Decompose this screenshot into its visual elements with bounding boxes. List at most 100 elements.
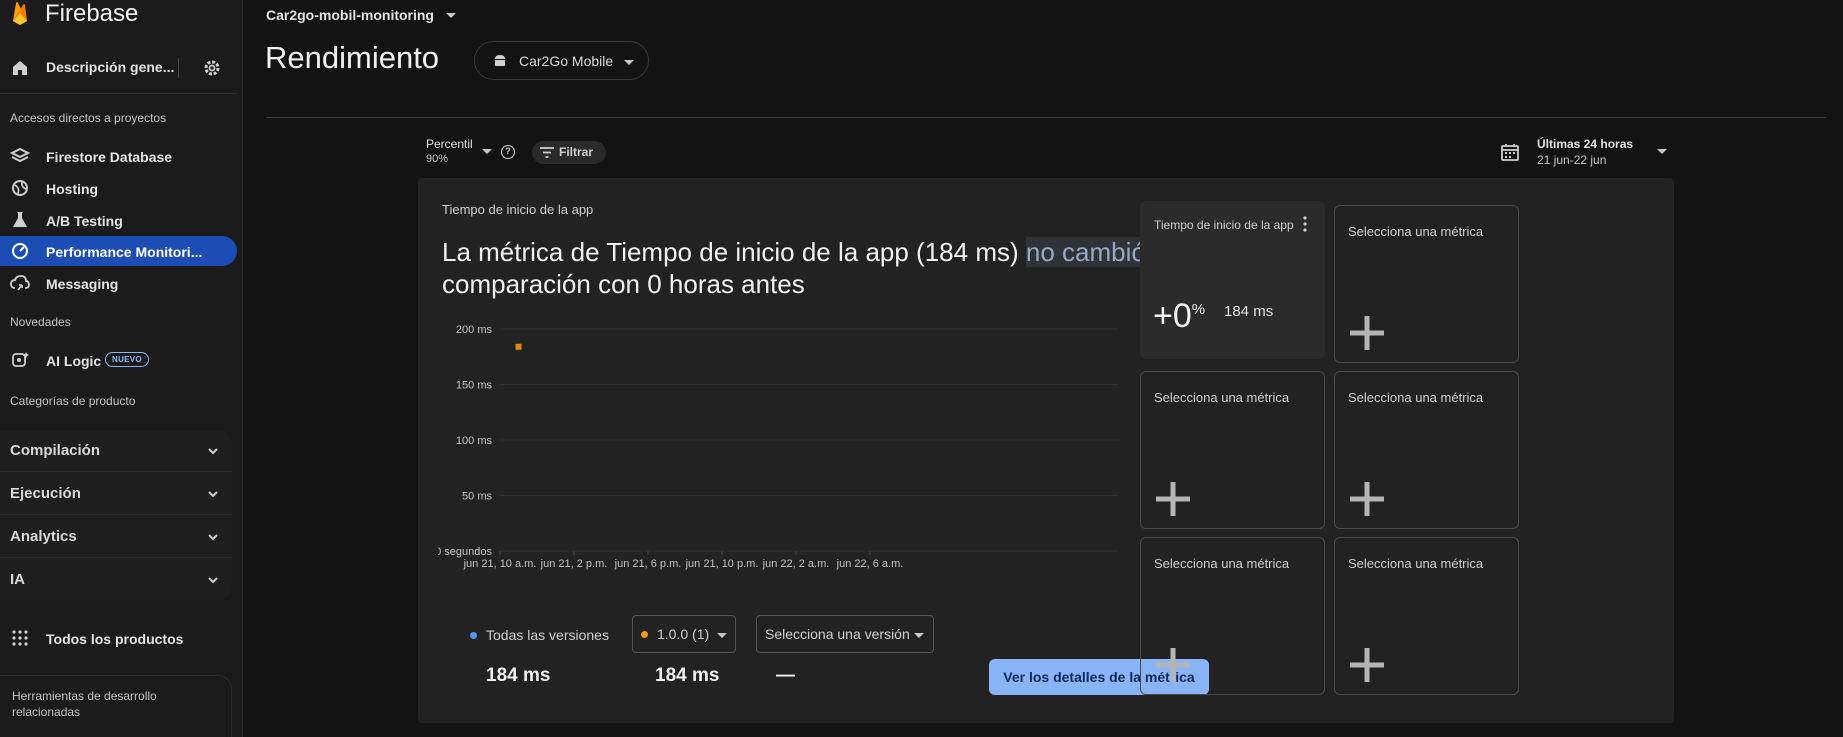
metric-tile-empty[interactable]: Selecciona una métrica [1140,371,1325,529]
chart-y-tick-label: 50 ms [462,491,492,503]
version-select-2[interactable]: Selecciona una versión [756,615,934,653]
caret-down-icon [482,149,492,154]
category-label: Ejecución [10,485,81,502]
android-icon [495,55,505,66]
add-icon [1350,648,1384,682]
metric-tile-empty[interactable]: Selecciona una métrica [1140,537,1325,695]
project-selector[interactable]: Car2go-mobil-monitoring [266,7,456,23]
legend-all-versions[interactable]: Todas las versiones 184 ms [470,618,630,686]
tile-title: Selecciona una métrica [1348,556,1484,571]
calendar-icon [1501,144,1519,161]
new-badge: NUEVO [105,352,149,367]
category-analytics[interactable]: Analytics [0,516,232,558]
metric-tile-empty[interactable]: Selecciona una métrica [1334,205,1519,363]
category-label: IA [10,571,25,588]
section-categories-heading: Categorías de producto [10,394,136,408]
sidebar-item-ab-testing[interactable]: A/B Testing [0,205,237,235]
chart-x-tick-label: jun 21, 10 a.m. [463,558,537,570]
version-value: 184 ms [655,665,720,686]
tile-title: Tiempo de inicio de la app [1154,218,1294,232]
gear-icon[interactable] [202,58,222,78]
all-products-link[interactable]: Todos los productos [0,622,237,654]
sidebar-item-ai-logic[interactable]: AI Logic NUEVO [0,345,237,375]
metric-card: Tiempo de inicio de la app La métrica de… [418,178,1674,723]
chart-x-tick-label: jun 21, 6 p.m. [614,558,682,570]
date-range-selector[interactable]: Últimas 24 horas 21 jun-22 jun [1500,135,1672,171]
cloud-messaging-icon [10,275,30,291]
headline-text: La métrica de Tiempo de inicio de la app… [442,237,1026,267]
sidebar-item-label: AI Logic [46,353,102,369]
tile-title: Selecciona una métrica [1154,556,1290,571]
tile-title: Selecciona una métrica [1348,390,1484,405]
app-selector-label: Car2Go Mobile [519,53,614,69]
category-ai[interactable]: IA [0,559,232,601]
metric-tile-empty[interactable]: Selecciona una métrica [1334,371,1519,529]
metric-tile-app-start[interactable]: Tiempo de inicio de la app +0% 184 ms [1140,201,1325,359]
filter-label: Filtrar [559,145,594,159]
sidebar-item-label: Firestore Database [46,149,173,165]
version-2-value: — [776,665,795,686]
category-build[interactable]: Compilación [0,430,232,472]
performance-icon [12,243,28,259]
chart-x-tick-label: jun 21, 2 p.m. [540,558,608,570]
caret-down-icon [914,633,924,638]
brand[interactable]: Firebase [10,0,138,28]
sidebar-item-firestore[interactable]: Firestore Database [0,141,237,171]
home-icon [13,61,27,75]
tile-value: 184 ms [1224,303,1274,320]
caret-down-icon [624,60,634,65]
tile-change: +0% [1153,297,1205,336]
caret-down-icon [446,12,456,18]
help-icon[interactable]: ? [501,145,515,159]
divider [178,58,179,78]
page-title: Rendimiento [265,40,440,75]
chevron-down-icon [208,448,218,455]
tile-title: Selecciona una métrica [1348,224,1484,239]
chevron-down-icon [208,577,218,584]
filter-icon [540,147,554,158]
category-label: Analytics [10,528,77,545]
date-range-sub: 21 jun-22 jun [1537,153,1607,167]
legend-value: 184 ms [486,665,551,686]
headline-highlight: no cambió [1025,237,1146,267]
chart-y-tick-label: 0 segundos [438,546,492,558]
metric-chart: 0 segundos 50 ms 100 ms 150 ms 200 ms jun 21,… [438,324,1118,570]
ai-logic-icon [12,352,29,367]
add-icon [1350,316,1384,350]
more-vert-icon[interactable] [1303,216,1307,232]
project-overview-row[interactable]: Descripción gene... [0,50,243,86]
category-accordion: Compilación Ejecución Analytics IA [0,430,232,600]
add-icon [1156,648,1190,682]
tile-change-unit: % [1191,301,1206,318]
project-overview-label: Descripción gene... [46,59,175,75]
sidebar-item-label: Messaging [46,276,119,292]
add-icon [1156,482,1190,516]
chevron-down-icon [208,491,218,498]
brand-name: Firebase [45,0,139,27]
sidebar-item-messaging[interactable]: Messaging [0,268,237,298]
app-selector[interactable]: Car2Go Mobile [474,41,649,80]
metric-tile-empty[interactable]: Selecciona una métrica [1334,537,1519,695]
sidebar-item-label: Hosting [46,181,99,197]
percentile-selector[interactable]: Percentil 90% [426,137,492,165]
chart-y-tick-label: 150 ms [456,380,493,392]
percentile-label: Percentil [426,137,473,151]
filter-button[interactable]: Filtrar [532,141,606,164]
sidebar: Firebase Descripción gene... Accesos dir… [0,0,243,737]
sidebar-item-performance[interactable]: Performance Monitori... [0,236,237,266]
version-select[interactable]: 1.0.0 (1) [632,615,736,653]
tile-title: Selecciona una métrica [1154,390,1290,405]
sidebar-item-hosting[interactable]: Hosting [0,173,237,203]
firebase-logo-icon [13,2,27,25]
category-label: Compilación [10,442,101,459]
chart-data-point[interactable] [515,343,522,350]
related-dev-tools-label: Herramientas de desarrollo relacionadas [12,689,157,719]
apps-grid-icon [12,630,28,646]
version-select-label: Selecciona una versión [765,626,910,642]
category-run[interactable]: Ejecución [0,473,232,515]
caret-down-icon [717,633,727,638]
hosting-icon [12,180,28,196]
date-range-label: Últimas 24 horas [1537,137,1634,151]
related-dev-tools[interactable]: Herramientas de desarrollo relacionadas [0,675,232,737]
chart-y-tick-label: 100 ms [456,435,493,447]
